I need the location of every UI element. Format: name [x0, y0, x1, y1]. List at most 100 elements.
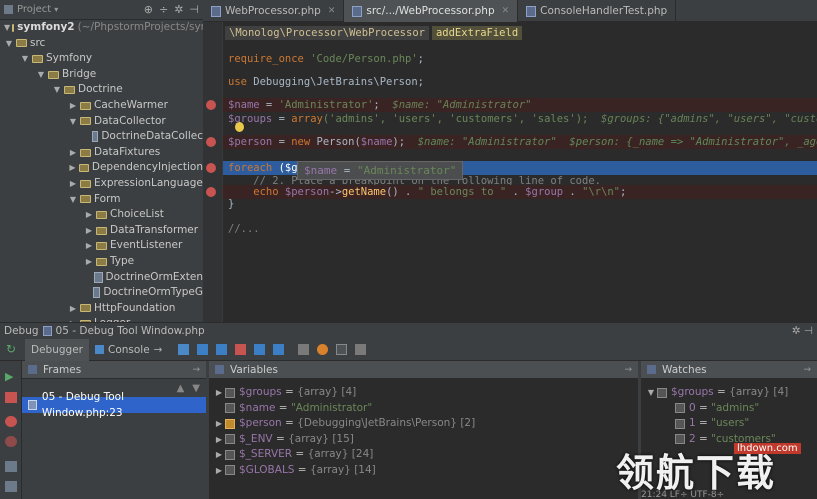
tree-item[interactable]: ▶ EventListener [0, 238, 203, 254]
chevron-right-icon[interactable]: ▶ [68, 98, 78, 114]
chevron-right-icon[interactable]: ▶ [84, 207, 94, 223]
variable-row[interactable]: 1 = "users" [641, 416, 817, 432]
step-out-icon[interactable] [254, 344, 266, 355]
tab-src-webprocessor[interactable]: src/.../WebProcessor.php ✕ [344, 0, 519, 22]
project-view-icon[interactable] [4, 5, 13, 14]
chevron-right-icon[interactable]: ▶ [84, 223, 94, 239]
collapse-icon[interactable]: ÷ [159, 3, 168, 16]
sync-icon[interactable]: ⊕ [144, 3, 153, 16]
tree-item[interactable]: ▶ HttpFoundation [0, 301, 203, 317]
chevron-down-icon[interactable]: ▼ [645, 385, 657, 401]
chevron-down-icon[interactable]: ▼ [68, 114, 78, 130]
show-execution-point-icon[interactable] [178, 344, 190, 355]
rerun-icon[interactable]: ↻ [6, 343, 17, 355]
chevron-down-icon[interactable]: ▼ [4, 20, 10, 36]
tree-item[interactable]: ▶ DataFixtures [0, 145, 203, 161]
pin-icon[interactable]: → [192, 365, 200, 375]
run-to-cursor-icon[interactable] [273, 344, 285, 355]
close-icon[interactable]: ✕ [328, 6, 336, 16]
mute-breakpoints-icon[interactable] [5, 436, 17, 447]
frame-item-selected[interactable]: 05 - Debug Tool Window.php:23 [22, 391, 206, 419]
gear-icon[interactable]: ✲ [174, 3, 183, 16]
debug-config-name[interactable]: 05 - Debug Tool Window.php [56, 325, 205, 337]
tree-item[interactable]: ▶ CacheWarmer [0, 98, 203, 114]
code-line-folded[interactable]: //... [228, 222, 260, 236]
settings-icon[interactable] [355, 344, 367, 355]
layout-icon[interactable] [5, 461, 17, 472]
tab-webprocessor[interactable]: WebProcessor.php ✕ [203, 0, 345, 22]
code-editor[interactable]: \Monolog\Processor\WebProcessor addExtra… [203, 22, 817, 322]
lightbulb-icon[interactable] [235, 122, 244, 132]
breakpoint-icon[interactable] [206, 187, 216, 197]
variable-row[interactable]: ▶ $_ENV = {array} [15] [209, 432, 638, 448]
tab-console[interactable]: Console → [89, 339, 169, 361]
step-into-icon[interactable] [216, 344, 228, 355]
tree-item[interactable]: ▼ src [0, 36, 203, 52]
breakpoint-icon[interactable] [206, 163, 216, 173]
folder-icon [96, 257, 107, 266]
tab-debugger[interactable]: Debugger [25, 338, 89, 361]
evaluate-expression-icon[interactable] [298, 344, 310, 355]
chevron-right-icon[interactable]: ▶ [213, 463, 225, 479]
view-breakpoints-icon[interactable] [5, 416, 17, 427]
tree-item[interactable]: DoctrineOrmTypeG [0, 285, 203, 301]
tree-item[interactable]: ▼ Form [0, 192, 203, 208]
chevron-right-icon[interactable]: ▶ [68, 145, 78, 161]
variable-row[interactable]: ▶ $person = {Debugging\JetBrains\Person} … [209, 416, 638, 432]
resume-icon[interactable]: ▶ [5, 370, 17, 383]
gear-icon[interactable]: ✲ ⊣ [792, 325, 813, 337]
tree-item[interactable]: ▼ Bridge [0, 67, 203, 83]
php-file-icon [352, 5, 363, 17]
watch-icon[interactable] [317, 344, 329, 355]
more-icon[interactable] [5, 481, 17, 492]
php-class-icon [92, 287, 101, 299]
hide-icon[interactable]: ⊣ [189, 3, 199, 16]
tree-item[interactable]: ▼ symfony2(~/PhpstormProjects/symfo [0, 20, 203, 36]
pin-icon[interactable]: → [624, 365, 632, 375]
tree-item[interactable]: ▼ Doctrine [0, 82, 203, 98]
breadcrumb-class[interactable]: \Monolog\Processor\WebProcessor [225, 26, 429, 40]
variable-row[interactable]: ▶ $GLOBALS = {array} [14] [209, 463, 638, 479]
breakpoint-icon[interactable] [206, 100, 216, 110]
tab-consolehandlertest[interactable]: ConsoleHandlerTest.php [518, 0, 677, 22]
tree-item[interactable]: ▶ ExpressionLanguage [0, 176, 203, 192]
project-panel-title[interactable]: Project [17, 4, 51, 15]
chevron-down-icon[interactable]: ▼ [68, 192, 78, 208]
chevron-right-icon[interactable]: ▶ [213, 432, 225, 448]
tree-item[interactable]: ▶ DependencyInjection [0, 160, 203, 176]
tree-item[interactable]: ▶ Type [0, 254, 203, 270]
tree-item[interactable]: ▶ DataTransformer [0, 223, 203, 239]
variable-row[interactable]: 0 = "admins" [641, 401, 817, 417]
close-icon[interactable]: ✕ [502, 6, 510, 16]
chevron-down-icon[interactable]: ▼ [36, 67, 46, 83]
variable-row[interactable]: ▼ $groups = {array} [4] [641, 385, 817, 401]
pin-icon[interactable]: → [803, 365, 811, 375]
chevron-right-icon[interactable]: ▶ [68, 301, 78, 317]
variable-row[interactable]: ▶ $groups = {array} [4] [209, 385, 638, 401]
chevron-right-icon[interactable]: ▶ [84, 254, 94, 270]
variable-row[interactable]: ▶ $_SERVER = {array} [24] [209, 447, 638, 463]
chevron-down-icon[interactable]: ▼ [4, 36, 14, 52]
chevron-down-icon[interactable]: ▼ [20, 51, 30, 67]
chevron-right-icon[interactable]: ▶ [68, 160, 77, 176]
chevron-down-icon[interactable]: ▾ [54, 5, 58, 14]
chevron-right-icon[interactable]: ▶ [213, 416, 225, 432]
breakpoint-icon[interactable] [206, 137, 216, 147]
stop-icon[interactable] [5, 392, 17, 403]
variable-row[interactable]: $name = "Administrator" [209, 401, 638, 417]
tree-item[interactable]: DoctrineOrmExten [0, 270, 203, 286]
tree-item[interactable]: ▼ Symfony [0, 51, 203, 67]
chevron-down-icon[interactable]: ▼ [52, 82, 62, 98]
tree-item[interactable]: DoctrineDataCollec [0, 129, 203, 145]
restore-layout-icon[interactable] [336, 344, 348, 355]
chevron-right-icon[interactable]: ▶ [213, 385, 225, 401]
chevron-right-icon[interactable]: ▶ [68, 176, 78, 192]
step-over-icon[interactable] [197, 344, 209, 355]
tree-item[interactable]: ▶ ChoiceList [0, 207, 203, 223]
tree-item[interactable]: ▼ DataCollector [0, 114, 203, 130]
variable-value: [4] [341, 386, 357, 398]
force-step-into-icon[interactable] [235, 344, 247, 355]
chevron-right-icon[interactable]: ▶ [84, 238, 94, 254]
breadcrumb-method[interactable]: addExtraField [431, 26, 523, 40]
chevron-right-icon[interactable]: ▶ [213, 447, 225, 463]
